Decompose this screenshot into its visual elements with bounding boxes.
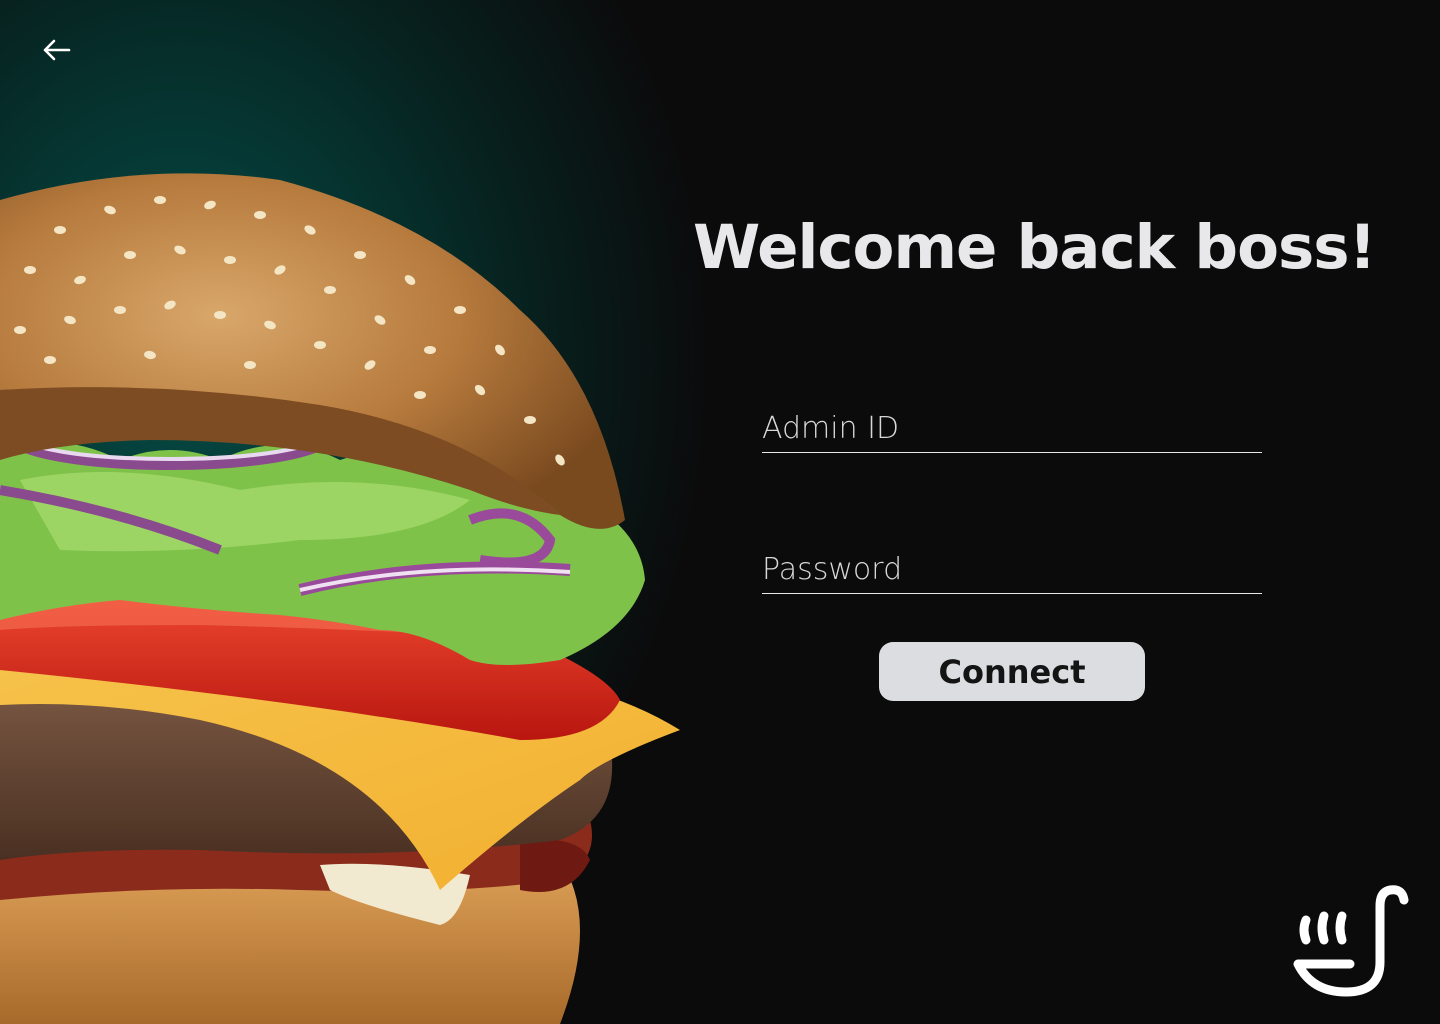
page-title: Welcome back boss!	[693, 212, 1376, 283]
burger-image	[0, 173, 680, 1024]
arrow-left-icon	[43, 39, 71, 61]
admin-id-field[interactable]	[762, 405, 1262, 453]
password-field[interactable]	[762, 546, 1262, 594]
ladle-steam-logo-icon	[1293, 885, 1409, 997]
login-page: Welcome back boss! Connect	[0, 0, 1440, 1024]
back-button[interactable]	[36, 32, 76, 68]
connect-button[interactable]: Connect	[879, 642, 1145, 701]
